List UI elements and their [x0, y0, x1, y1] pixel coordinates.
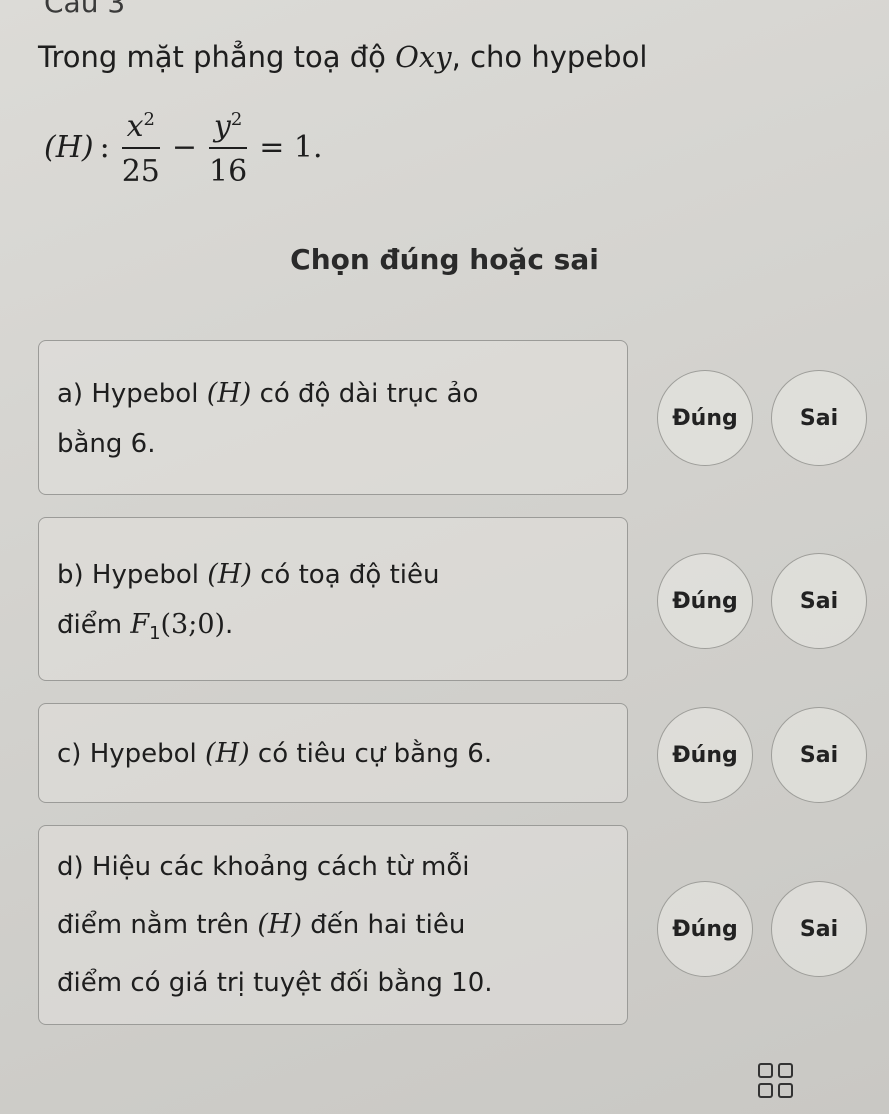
- statement-b-line2-tail: .: [225, 610, 234, 640]
- statement-b-focus-coords: (3;0): [160, 609, 226, 640]
- statement-c-part2: có tiêu cự bằng 6.: [249, 739, 493, 769]
- statement-card-a: a) Hypebol (H) có độ dài trục ảo bằng 6.: [38, 340, 628, 495]
- statement-a-line2: bằng 6.: [57, 429, 156, 459]
- statement-b-focus-sub: 1: [149, 623, 161, 645]
- statement-d-part2: đến hai tiêu: [302, 910, 466, 940]
- statement-d-text: d) Hiệu các khoảng cách từ mỗi điểm nằm …: [57, 838, 615, 1012]
- statement-d-false-button[interactable]: Sai: [771, 881, 867, 977]
- statement-a-part2: có độ dài trục ảo: [251, 379, 479, 409]
- fraction-y: y2 16: [209, 100, 248, 195]
- equation-colon: :: [99, 130, 110, 165]
- hyperbola-equation: (H) : x2 25 − y2 16 = 1.: [44, 100, 329, 195]
- grid-cell: [778, 1083, 793, 1098]
- fraction-y-denominator: 16: [209, 154, 248, 189]
- statement-d-line1: d) Hiệu các khoảng cách từ mỗi: [57, 852, 470, 882]
- fraction-x-denominator: 25: [121, 154, 160, 189]
- statement-d-true-button[interactable]: Đúng: [657, 881, 753, 977]
- statement-b-focus-name: F: [130, 609, 150, 640]
- equation-minus: −: [171, 130, 198, 165]
- question-intro: Trong mặt phẳng toạ độ Oxy, cho hypebol: [38, 40, 647, 74]
- statement-b-false-button[interactable]: Sai: [771, 553, 867, 649]
- statement-c-math: (H): [205, 738, 250, 769]
- grid-cell: [778, 1063, 793, 1078]
- question-number: Câu 3: [44, 0, 126, 19]
- statement-b-true-button[interactable]: Đúng: [657, 553, 753, 649]
- statement-a-part1: a) Hypebol: [57, 379, 207, 409]
- statement-a-text: a) Hypebol (H) có độ dài trục ảo bằng 6.: [57, 369, 615, 469]
- fraction-x-numerator: x: [126, 109, 144, 144]
- statement-c-true-button[interactable]: Đúng: [657, 707, 753, 803]
- statement-b-line2-prefix: điểm: [57, 610, 131, 640]
- statement-b-text: b) Hypebol (H) có toạ độ tiêu điểm F1(3;…: [57, 550, 615, 659]
- intro-tail: , cho hypebol: [451, 40, 648, 74]
- statement-b-math: (H): [207, 559, 252, 590]
- statement-a-math: (H): [206, 378, 252, 409]
- fraction-x-power: 2: [143, 109, 155, 130]
- grid-icon[interactable]: [758, 1063, 794, 1099]
- equation-name: (H): [44, 130, 94, 165]
- statement-c-text: c) Hypebol (H) có tiêu cự bằng 6.: [57, 729, 615, 779]
- intro-text: Trong mặt phẳng toạ độ: [38, 40, 396, 74]
- statement-c-false-button[interactable]: Sai: [771, 707, 867, 803]
- equation-rhs: = 1.: [259, 130, 323, 165]
- grid-cell: [758, 1083, 773, 1098]
- instruction-heading: Chọn đúng hoặc sai: [290, 243, 599, 276]
- fraction-x: x2 25: [121, 100, 160, 195]
- statement-b-part2: có toạ độ tiêu: [251, 560, 440, 590]
- statement-d-part1: điểm nằm trên: [57, 910, 258, 940]
- statement-c-part1: c) Hypebol: [57, 739, 206, 769]
- statement-b-part1: b) Hypebol: [57, 560, 208, 590]
- fraction-y-numerator: y: [213, 109, 231, 144]
- statement-a-false-button[interactable]: Sai: [771, 370, 867, 466]
- statement-card-d: d) Hiệu các khoảng cách từ mỗi điểm nằm …: [38, 825, 628, 1025]
- statement-card-b: b) Hypebol (H) có toạ độ tiêu điểm F1(3;…: [38, 517, 628, 681]
- fraction-y-power: 2: [230, 109, 243, 130]
- statement-d-line3: điểm có giá trị tuyệt đối bằng 10.: [57, 968, 493, 998]
- statement-d-math: (H): [257, 909, 302, 940]
- statement-card-c: c) Hypebol (H) có tiêu cự bằng 6.: [38, 703, 628, 803]
- plane-name: Oxy: [395, 40, 452, 74]
- statement-a-true-button[interactable]: Đúng: [657, 370, 753, 466]
- grid-cell: [758, 1063, 773, 1078]
